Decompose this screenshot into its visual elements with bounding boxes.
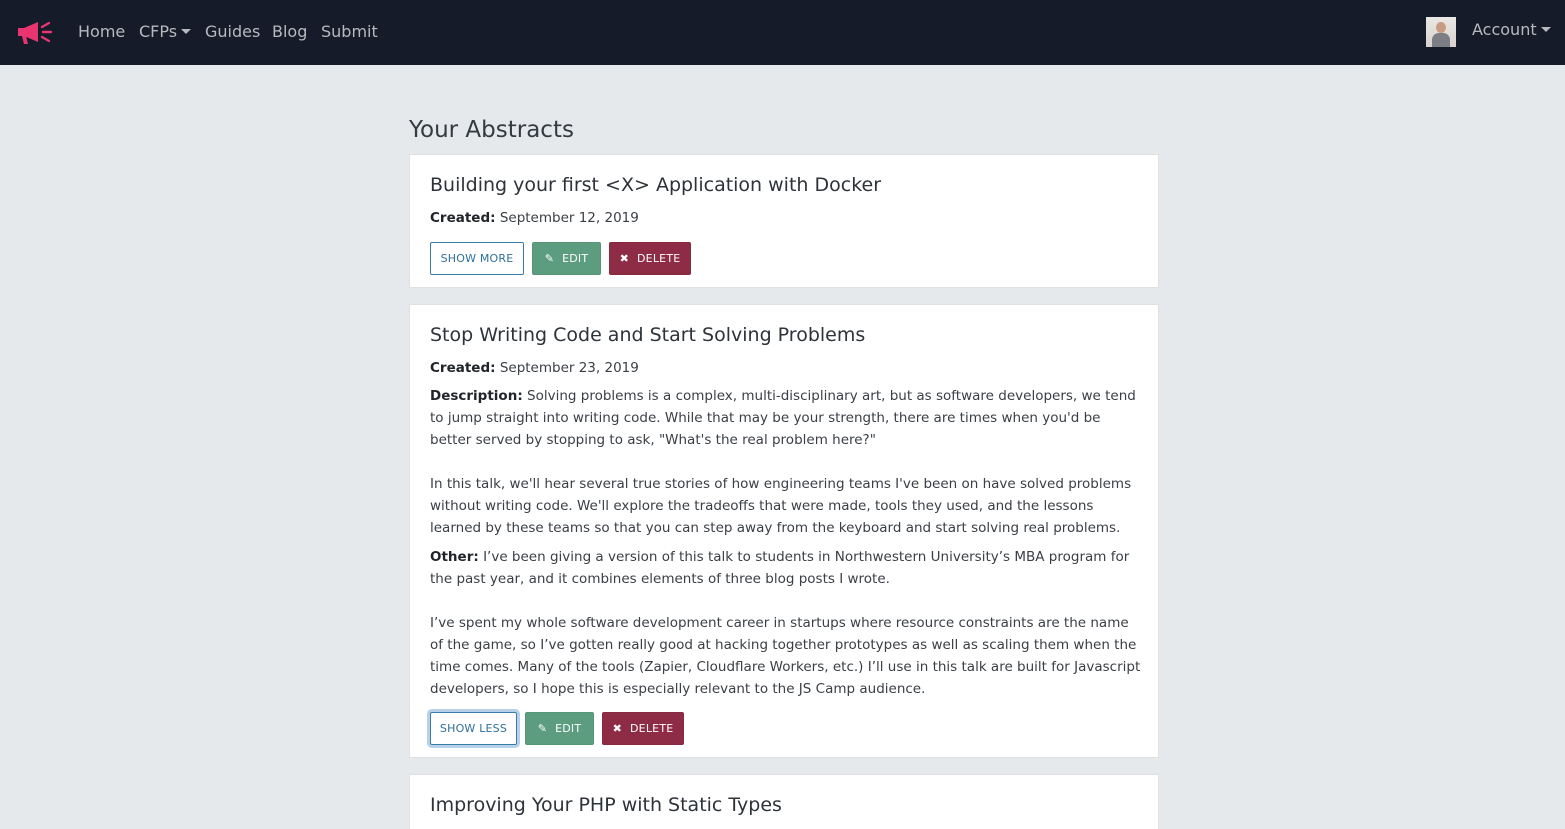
delete-button[interactable]: ✖ DELETE — [609, 242, 691, 275]
nav-cfps-dropdown[interactable]: CFPs — [139, 22, 192, 42]
megaphone-icon[interactable] — [16, 19, 54, 45]
created-label: Created: — [430, 210, 496, 226]
edit-icon: ✎ — [537, 722, 548, 735]
close-icon: ✖ — [619, 252, 630, 265]
created-date: September 23, 2019 — [499, 360, 639, 376]
other-label: Other: — [430, 549, 479, 565]
created-line: Created: September 23, 2019 — [430, 357, 639, 379]
nav-home-link[interactable]: Home — [78, 22, 125, 42]
nav-guides-link[interactable]: Guides — [205, 22, 260, 42]
nav-blog-link[interactable]: Blog — [272, 22, 307, 42]
edit-icon: ✎ — [544, 252, 555, 265]
created-line: Created: September 12, 2019 — [430, 207, 639, 229]
edit-label: EDIT — [562, 252, 589, 265]
description-text: Solving problems is a complex, multi-dis… — [430, 388, 1136, 448]
description-label: Description: — [430, 388, 523, 404]
caret-down-icon — [1540, 27, 1551, 32]
abstract-card: Improving Your PHP with Static Types — [409, 774, 1159, 829]
user-avatar[interactable] — [1426, 17, 1456, 47]
abstract-card: Building your first <X> Application with… — [409, 154, 1159, 288]
description-paragraph: Description: Solving problems is a compl… — [430, 385, 1142, 451]
edit-button[interactable]: ✎ EDIT — [532, 242, 601, 275]
abstract-card: Stop Writing Code and Start Solving Prob… — [409, 304, 1159, 758]
page-title: Your Abstracts — [409, 117, 574, 143]
edit-label: EDIT — [555, 722, 582, 735]
other-text: I’ve been giving a version of this talk … — [430, 549, 1130, 587]
caret-down-icon — [181, 29, 192, 34]
created-label: Created: — [430, 360, 496, 376]
nav-submit-link[interactable]: Submit — [321, 22, 378, 42]
edit-button[interactable]: ✎ EDIT — [525, 712, 594, 745]
account-label: Account — [1472, 20, 1537, 39]
delete-label: DELETE — [630, 722, 674, 735]
top-navbar: Home CFPs Guides Blog Submit Account — [0, 0, 1565, 65]
avatar-body-shape — [1432, 33, 1450, 47]
other-paragraph-2: I’ve spent my whole software development… — [430, 615, 1141, 697]
avatar-head-shape — [1436, 22, 1446, 33]
delete-label: DELETE — [637, 252, 681, 265]
created-date: September 12, 2019 — [499, 210, 639, 226]
show-less-button[interactable]: SHOW LESS — [430, 712, 517, 745]
abstract-title: Building your first <X> Application with… — [430, 174, 882, 196]
other-paragraph: Other: I’ve been giving a version of thi… — [430, 546, 1142, 590]
show-more-button[interactable]: SHOW MORE — [430, 242, 524, 275]
close-icon: ✖ — [612, 722, 623, 735]
description-paragraph-2: In this talk, we'll hear several true st… — [430, 476, 1132, 536]
nav-cfps-label: CFPs — [139, 22, 178, 41]
abstract-title: Improving Your PHP with Static Types — [430, 794, 782, 816]
account-dropdown[interactable]: Account — [1472, 20, 1551, 40]
abstract-title: Stop Writing Code and Start Solving Prob… — [430, 324, 866, 346]
delete-button[interactable]: ✖ DELETE — [602, 712, 684, 745]
